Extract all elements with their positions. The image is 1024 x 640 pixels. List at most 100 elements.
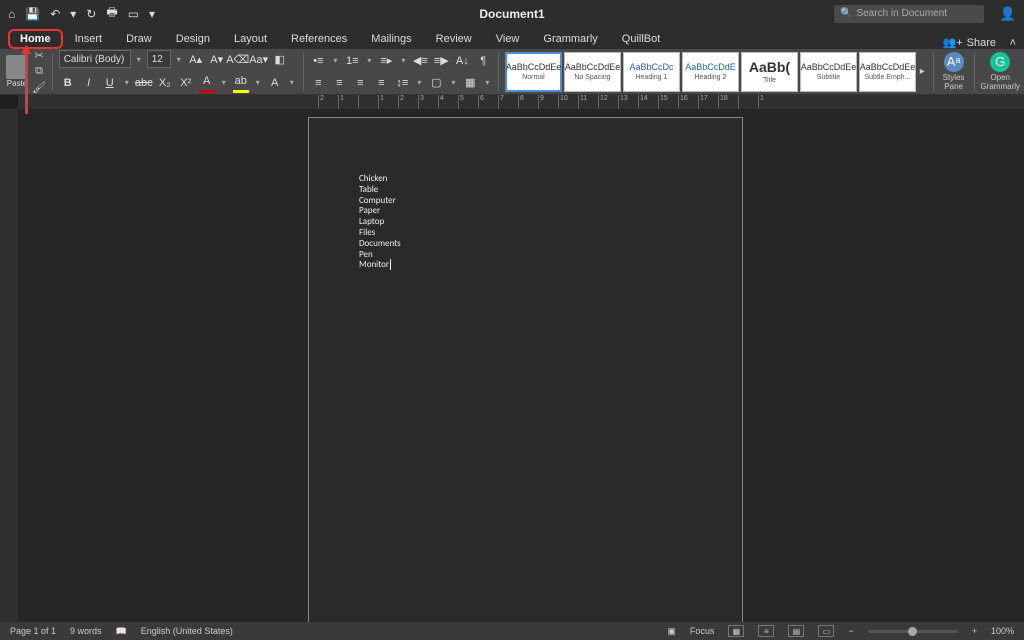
cut-icon[interactable]: ✂ [32, 49, 46, 63]
font-name-select[interactable]: Calibri (Body) [59, 50, 131, 68]
underline-button[interactable]: U [101, 74, 119, 92]
shading-button[interactable]: ▢ [427, 74, 445, 92]
qat-more-icon[interactable]: ▾ [149, 7, 155, 21]
doc-line[interactable]: Files [359, 228, 692, 239]
highlight-dd-icon[interactable]: ▾ [253, 78, 263, 87]
print-icon[interactable]: 🖶 [106, 3, 117, 24]
status-words[interactable]: 9 words [70, 626, 102, 636]
style-subtitle[interactable]: AaBbCcDdEeSubtitle [800, 52, 857, 92]
paragraph-marks-button[interactable]: ¶ [474, 52, 492, 70]
view-outline-icon[interactable]: ▤ [788, 625, 804, 637]
grow-font-button[interactable]: A▴ [187, 50, 205, 68]
undo-dd-icon[interactable]: ▾ [70, 7, 76, 21]
tab-insert[interactable]: Insert [63, 29, 115, 49]
redo-icon[interactable]: ↻ [86, 7, 96, 21]
font-size-dd-icon[interactable]: ▾ [174, 55, 184, 64]
multilevel-button[interactable]: ≡▸ [377, 52, 395, 70]
font-size-select[interactable]: 12 [147, 50, 171, 68]
tab-grammarly[interactable]: Grammarly [531, 29, 609, 49]
styles-gallery: AaBbCcDdEeNormalAaBbCcDdEeNo SpacingAaBb… [505, 52, 916, 92]
indent-button[interactable]: ≡▶ [432, 52, 450, 70]
strike-button[interactable]: abc [135, 74, 153, 92]
highlight-button[interactable]: ab [232, 72, 250, 93]
styles-pane-button[interactable]: Aᵃ Styles Pane [939, 52, 968, 92]
style-normal[interactable]: AaBbCcDdEeNormal [505, 52, 562, 92]
doc-line[interactable]: Laptop [359, 217, 692, 228]
tab-layout[interactable]: Layout [222, 29, 279, 49]
ruler-horizontal[interactable]: 211234567891011121314151617181 [18, 95, 1024, 109]
tab-mailings[interactable]: Mailings [359, 29, 423, 49]
spellcheck-icon[interactable]: 📖 [116, 626, 127, 637]
tab-quillbot[interactable]: QuillBot [610, 29, 673, 49]
bullets-button[interactable]: •≡ [309, 52, 327, 70]
dedent-button[interactable]: ◀≡ [411, 52, 429, 70]
undo-icon[interactable]: ↶ [50, 7, 60, 21]
doc-line[interactable]: Documents [359, 239, 692, 250]
share-button[interactable]: 👥+ Share [943, 36, 996, 49]
highlight-eraser-icon[interactable]: ◧ [271, 50, 289, 68]
borders-button[interactable]: ▦ [461, 74, 479, 92]
numbering-button[interactable]: 1≡ [343, 52, 361, 70]
status-page[interactable]: Page 1 of 1 [10, 626, 56, 636]
doc-line[interactable]: Chicken [359, 174, 692, 185]
home-icon[interactable]: ⌂ [8, 7, 15, 21]
status-language[interactable]: English (United States) [141, 626, 233, 636]
style-subtle-emph-[interactable]: AaBbCcDdEeSubtle Emph... [859, 52, 916, 92]
shrink-font-button[interactable]: A▾ [208, 50, 226, 68]
format-painter-icon[interactable]: 🖌 [32, 81, 46, 95]
zoom-out-button[interactable]: − [848, 626, 853, 636]
align-center-button[interactable]: ≡ [330, 74, 348, 92]
italic-button[interactable]: I [80, 74, 98, 92]
style-heading-1[interactable]: AaBbCcDcHeading 1 [623, 52, 680, 92]
bold-button[interactable]: B [59, 74, 77, 92]
collapse-ribbon-icon[interactable]: ˄ [1010, 37, 1016, 49]
style-no-spacing[interactable]: AaBbCcDdEeNo Spacing [564, 52, 621, 92]
page[interactable]: ChickenTableComputerPaperLaptopFilesDocu… [308, 117, 743, 622]
status-focus[interactable]: Focus [690, 626, 715, 636]
styles-more-icon[interactable]: ▸ [918, 66, 927, 77]
copy-icon[interactable]: ⧉ [32, 65, 46, 79]
view-draft-icon[interactable]: ▭ [818, 625, 834, 637]
underline-dd-icon[interactable]: ▾ [122, 78, 132, 87]
view-print-icon[interactable]: ▦ [728, 625, 744, 637]
align-right-button[interactable]: ≡ [351, 74, 369, 92]
search-input[interactable]: 🔍 Search in Document [834, 5, 984, 23]
sort-button[interactable]: A↓ [453, 52, 471, 70]
doc-line[interactable]: Pen [359, 250, 692, 261]
doc-line[interactable]: Paper [359, 206, 692, 217]
tab-draw[interactable]: Draw [114, 29, 164, 49]
effects-dd-icon[interactable]: ▾ [287, 78, 297, 87]
focus-mode-icon[interactable]: ▣ [667, 626, 676, 637]
tab-references[interactable]: References [279, 29, 359, 49]
user-avatar-icon[interactable]: 👤 [1000, 6, 1016, 22]
save-icon[interactable]: 💾 [25, 7, 40, 21]
tab-home[interactable]: Home [8, 29, 63, 49]
line-spacing-button[interactable]: ↕≡ [393, 74, 411, 92]
justify-button[interactable]: ≡ [372, 74, 390, 92]
doc-line[interactable]: Table [359, 185, 692, 196]
zoom-slider[interactable] [868, 630, 958, 633]
align-left-button[interactable]: ≡ [309, 74, 327, 92]
zoom-in-button[interactable]: + [972, 626, 977, 636]
touch-icon[interactable]: ▭ [128, 7, 139, 21]
ruler-vertical[interactable] [0, 109, 18, 622]
doc-line[interactable]: Monitor [359, 260, 692, 271]
doc-line[interactable]: Computer [359, 196, 692, 207]
text-effects-button[interactable]: A [266, 74, 284, 92]
tab-review[interactable]: Review [424, 29, 484, 49]
view-web-icon[interactable]: ≡ [758, 625, 774, 637]
zoom-level[interactable]: 100% [991, 626, 1014, 636]
font-color-button[interactable]: A [198, 72, 216, 93]
grammarly-pane-button[interactable]: G Open Grammarly [980, 52, 1020, 92]
superscript-button[interactable]: X² [177, 74, 195, 92]
document-canvas[interactable]: ChickenTableComputerPaperLaptopFilesDocu… [18, 109, 1024, 622]
font-color-dd-icon[interactable]: ▾ [219, 78, 229, 87]
subscript-button[interactable]: X₂ [156, 74, 174, 92]
style-title[interactable]: AaBb(Title [741, 52, 798, 92]
change-case-button[interactable]: Aa▾ [250, 50, 268, 68]
font-name-dd-icon[interactable]: ▾ [134, 55, 144, 64]
clear-format-button[interactable]: A⌫ [229, 50, 247, 68]
tab-view[interactable]: View [484, 29, 532, 49]
tab-design[interactable]: Design [164, 29, 222, 49]
style-heading-2[interactable]: AaBbCcDdEHeading 2 [682, 52, 739, 92]
